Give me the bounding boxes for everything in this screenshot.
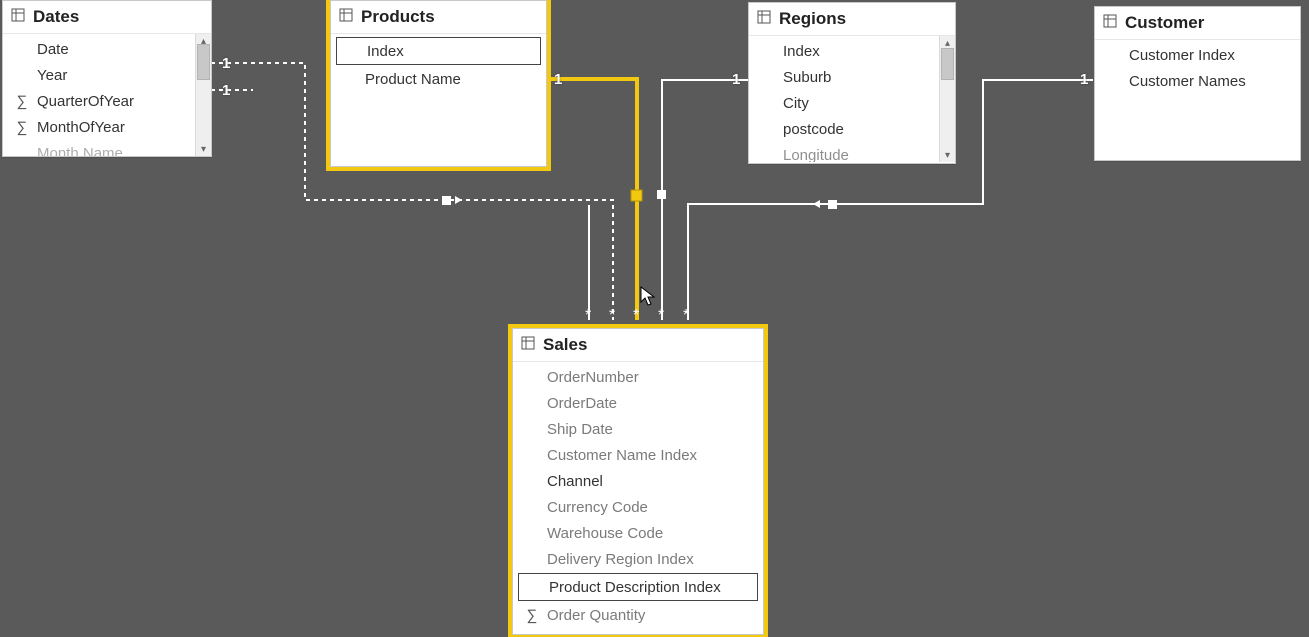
cardinality-many: * [609,307,615,325]
table-customer-title: Customer [1125,13,1204,33]
field-dates-monthname[interactable]: Month Name [3,140,211,156]
field-sales-custnameidx[interactable]: Customer Name Index [513,442,763,468]
field-sales-warehouse[interactable]: Warehouse Code [513,520,763,546]
mouse-cursor [640,286,656,308]
table-dates-title: Dates [33,7,79,27]
field-sales-region[interactable]: Delivery Region Index [513,546,763,572]
field-regions-index[interactable]: Index [749,38,955,64]
cardinality-one: 1 [554,71,562,88]
field-products-index[interactable]: Index [337,38,540,64]
table-icon [1103,13,1117,33]
field-sales-productdesc[interactable]: Product Description Index [519,574,757,600]
cardinality-one: 1 [222,55,230,72]
table-icon [11,7,25,27]
field-sales-orderdate[interactable]: OrderDate [513,390,763,416]
field-regions-postcode[interactable]: postcode [749,116,955,142]
table-regions-title: Regions [779,9,846,29]
sigma-icon: ∑ [523,607,541,624]
field-customer-index[interactable]: Customer Index [1095,42,1300,68]
scrollbar-dates[interactable]: ▴ ▾ [195,34,211,156]
field-dates-date[interactable]: Date [3,36,211,62]
table-dates[interactable]: Dates Date Year ∑QuarterOfYear ∑MonthOfY… [2,0,212,157]
table-sales-header[interactable]: Sales [513,329,763,362]
cardinality-one: 1 [222,82,230,99]
scroll-down-icon[interactable]: ▾ [940,148,955,162]
cardinality-many: * [585,307,591,325]
field-regions-longitude[interactable]: Longitude [749,142,955,162]
field-sales-channel[interactable]: Channel [513,468,763,494]
cardinality-one: 1 [1080,71,1088,88]
scroll-thumb[interactable] [197,44,210,80]
table-customer-header[interactable]: Customer [1095,7,1300,40]
table-icon [521,335,535,355]
field-dates-quarter[interactable]: ∑QuarterOfYear [3,88,211,114]
field-dates-year[interactable]: Year [3,62,211,88]
table-dates-header[interactable]: Dates [3,1,211,34]
table-sales[interactable]: Sales OrderNumber OrderDate Ship Date Cu… [512,328,764,635]
relation-regions-sales[interactable] [657,80,748,320]
field-sales-shipdate[interactable]: Ship Date [513,416,763,442]
field-regions-city[interactable]: City [749,90,955,116]
field-customer-names[interactable]: Customer Names [1095,68,1300,94]
table-regions[interactable]: Regions Index Suburb City postcode Longi… [748,2,956,164]
table-regions-header[interactable]: Regions [749,3,955,36]
sigma-icon: ∑ [13,93,31,110]
table-products-title: Products [361,7,435,27]
cardinality-one: 1 [732,71,740,88]
cardinality-many: * [658,307,664,325]
field-sales-currency[interactable]: Currency Code [513,494,763,520]
table-sales-title: Sales [543,335,587,355]
table-customer[interactable]: Customer Customer Index Customer Names [1094,6,1301,161]
sigma-icon: ∑ [13,119,31,136]
table-icon [339,7,353,27]
cardinality-many: * [683,307,689,325]
field-regions-suburb[interactable]: Suburb [749,64,955,90]
scroll-thumb[interactable] [941,48,954,80]
field-products-name[interactable]: Product Name [331,66,546,92]
field-dates-month[interactable]: ∑MonthOfYear [3,114,211,140]
relation-products-sales[interactable] [548,79,642,320]
scrollbar-regions[interactable]: ▴ ▾ [939,36,955,162]
cardinality-many: * [633,307,639,325]
field-sales-orderqty[interactable]: ∑Order Quantity [513,602,763,628]
scroll-down-icon[interactable]: ▾ [196,142,211,156]
table-icon [757,9,771,29]
field-sales-ordernumber[interactable]: OrderNumber [513,364,763,390]
table-products-header[interactable]: Products [331,1,546,34]
table-products[interactable]: Products Index Product Name [330,0,547,167]
